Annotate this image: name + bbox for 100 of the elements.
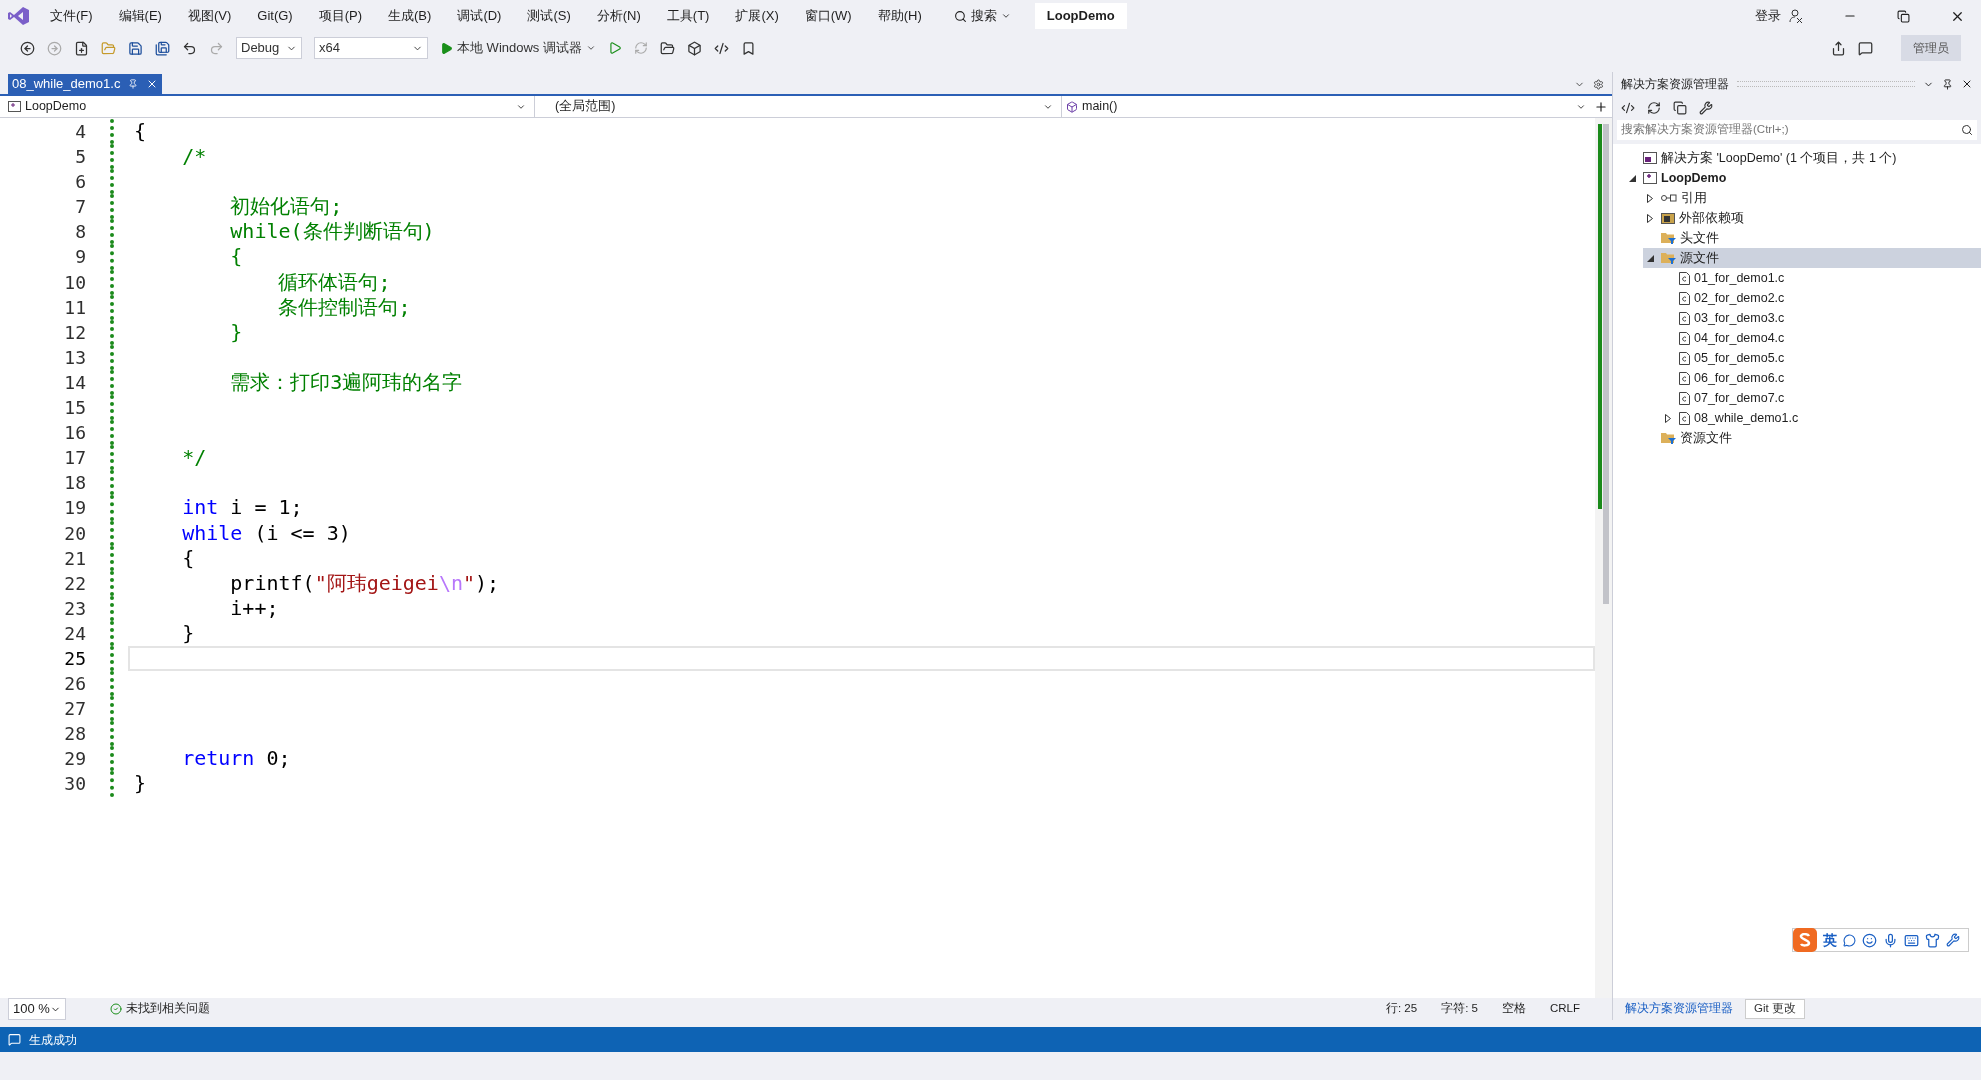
vertical-scrollbar[interactable] — [1595, 118, 1612, 998]
platform-dropdown[interactable]: x64 — [314, 37, 428, 59]
whitespace-indicator[interactable]: 空格 — [1501, 1000, 1526, 1018]
menu-item[interactable]: 生成(B) — [388, 6, 432, 26]
tree-item[interactable]: 01_for_demo1.c — [1661, 268, 1981, 288]
pin-icon[interactable] — [1942, 78, 1953, 90]
app-logo-icon[interactable] — [8, 6, 30, 26]
folder-icon — [1661, 212, 1675, 224]
tree-item[interactable]: 05_for_demo5.c — [1661, 348, 1981, 368]
expanded-arrow-icon[interactable] — [1628, 174, 1636, 182]
line-number: 28 — [63, 722, 86, 747]
line-indicator[interactable]: 行: 25 — [1386, 1000, 1418, 1018]
issues-status[interactable]: 未找到相关问题 — [126, 1000, 210, 1018]
tree-label: 01_for_demo1.c — [1694, 269, 1785, 287]
menu-item[interactable]: 帮助(H) — [877, 6, 922, 26]
char-indicator[interactable]: 字符: 5 — [1441, 1000, 1478, 1018]
split-icon[interactable] — [1594, 99, 1608, 114]
emoji-icon[interactable] — [1862, 932, 1877, 948]
properties-icon[interactable] — [1699, 101, 1713, 115]
line-number: 5 — [74, 145, 86, 170]
line-ending-indicator[interactable]: CRLF — [1549, 1000, 1580, 1018]
menu-item[interactable]: 扩展(X) — [735, 6, 779, 26]
restore-icon[interactable] — [1897, 9, 1910, 23]
settings-icon[interactable] — [1946, 933, 1960, 947]
menu-item[interactable]: 工具(T) — [666, 6, 710, 26]
tree-item[interactable]: 引用 — [1643, 188, 1981, 208]
expanded-arrow-icon[interactable] — [1646, 254, 1654, 262]
code-line: 需求：打印3遍阿玮的名字 — [229, 369, 463, 394]
sign-in-button[interactable]: 登录 — [1755, 6, 1781, 26]
menu-item[interactable]: 窗口(W) — [804, 6, 852, 26]
menu-item[interactable]: 项目(P) — [318, 6, 363, 26]
box-icon[interactable] — [686, 40, 702, 56]
sync-icon[interactable] — [1647, 101, 1661, 115]
tree-label: 源文件 — [1680, 249, 1719, 267]
code-line: /* — [181, 144, 207, 169]
menu-item[interactable]: 测试(S) — [527, 6, 571, 26]
tree-item[interactable]: 07_for_demo7.c — [1661, 388, 1981, 408]
undo-icon[interactable] — [182, 40, 197, 56]
admin-button[interactable]: 管理员 — [1901, 35, 1961, 61]
tree-item[interactable]: 03_for_demo3.c — [1661, 308, 1981, 328]
tree-item[interactable]: 06_for_demo6.c — [1661, 368, 1981, 388]
new-item-icon[interactable] — [74, 40, 89, 56]
search-field[interactable]: 搜索解决方案资源管理器(Ctrl+;) — [1617, 120, 1977, 140]
collapse-all-icon[interactable] — [1673, 101, 1687, 115]
menu-item[interactable]: 视图(V) — [187, 6, 232, 26]
scope-dropdown[interactable]: (全局范围) — [535, 96, 1062, 117]
save-icon[interactable] — [128, 40, 143, 56]
menu-item[interactable]: 文件(F) — [50, 6, 93, 26]
run-without-debugging-icon[interactable] — [607, 41, 622, 55]
switch-views-icon[interactable] — [1621, 101, 1635, 115]
search-button[interactable]: 搜索 — [953, 6, 1011, 26]
share-icon[interactable] — [1831, 40, 1846, 56]
editor-tab[interactable]: 08_while_demo1.c — [8, 74, 163, 94]
tree-item[interactable]: 资源文件 — [1643, 428, 1981, 448]
pin-icon[interactable] — [128, 79, 139, 89]
tree-item[interactable]: 04_for_demo4.c — [1661, 328, 1981, 348]
tree-label: 03_for_demo3.c — [1694, 309, 1785, 327]
tree-item[interactable]: 08_while_demo1.c — [1661, 408, 1981, 428]
output-icon[interactable] — [8, 1033, 21, 1046]
code-icon[interactable] — [713, 40, 729, 56]
input-mode[interactable]: 英 — [1823, 929, 1837, 951]
menu-item[interactable]: Git(G) — [257, 6, 293, 26]
back-icon[interactable] — [20, 40, 35, 56]
skin-icon[interactable] — [1925, 932, 1940, 948]
solution-icon — [1643, 152, 1657, 164]
code-line: 初始化语句; — [229, 194, 343, 219]
bookmark-icon[interactable] — [740, 40, 756, 56]
panel-tab[interactable]: 解决方案资源管理器 — [1617, 999, 1741, 1019]
configuration-dropdown[interactable]: Debug — [236, 37, 302, 59]
member-dropdown[interactable]: main() — [1062, 96, 1590, 117]
account-icon[interactable] — [1789, 9, 1803, 23]
feedback-icon[interactable] — [1858, 40, 1873, 56]
line-number: 23 — [63, 596, 86, 621]
solution-name: LoopDemo — [1034, 3, 1127, 29]
start-debugging-button[interactable]: 本地 Windows 调试器 — [440, 38, 596, 58]
folder-icon[interactable] — [659, 40, 675, 56]
search-icon — [953, 9, 967, 23]
line-number: 6 — [74, 170, 86, 195]
tree-item[interactable]: 解决方案 'LoopDemo' (1 个项目，共 1 个) — [1625, 148, 1981, 168]
zoom-dropdown[interactable]: 100 % — [8, 998, 66, 1020]
panel-tab[interactable]: Git 更改 — [1745, 999, 1805, 1019]
tree-label: 07_for_demo7.c — [1694, 389, 1785, 407]
tree-item[interactable]: 源文件 — [1643, 248, 1981, 268]
save-all-icon[interactable] — [155, 40, 170, 56]
c-file-icon — [1679, 291, 1690, 305]
settings-icon[interactable] — [1593, 79, 1604, 90]
microphone-icon[interactable] — [1883, 932, 1898, 948]
tree-item[interactable]: 外部依赖项 — [1643, 208, 1981, 228]
sogou-logo-icon[interactable] — [1793, 928, 1817, 952]
tree-item[interactable]: 头文件 — [1643, 228, 1981, 248]
tree-item[interactable]: 02_for_demo2.c — [1661, 288, 1981, 308]
c-file-icon — [1679, 311, 1690, 325]
keyboard-icon[interactable] — [1904, 932, 1919, 948]
project-dropdown[interactable]: LoopDemo — [0, 96, 535, 117]
menu-item[interactable]: 编辑(E) — [118, 6, 162, 26]
tree-item[interactable]: LoopDemo — [1625, 168, 1981, 188]
close-icon[interactable] — [1961, 78, 1973, 90]
menu-item[interactable]: 调试(D) — [457, 6, 502, 26]
collapsed-arrow-icon[interactable] — [1665, 413, 1671, 423]
menu-item[interactable]: 分析(N) — [596, 6, 641, 26]
